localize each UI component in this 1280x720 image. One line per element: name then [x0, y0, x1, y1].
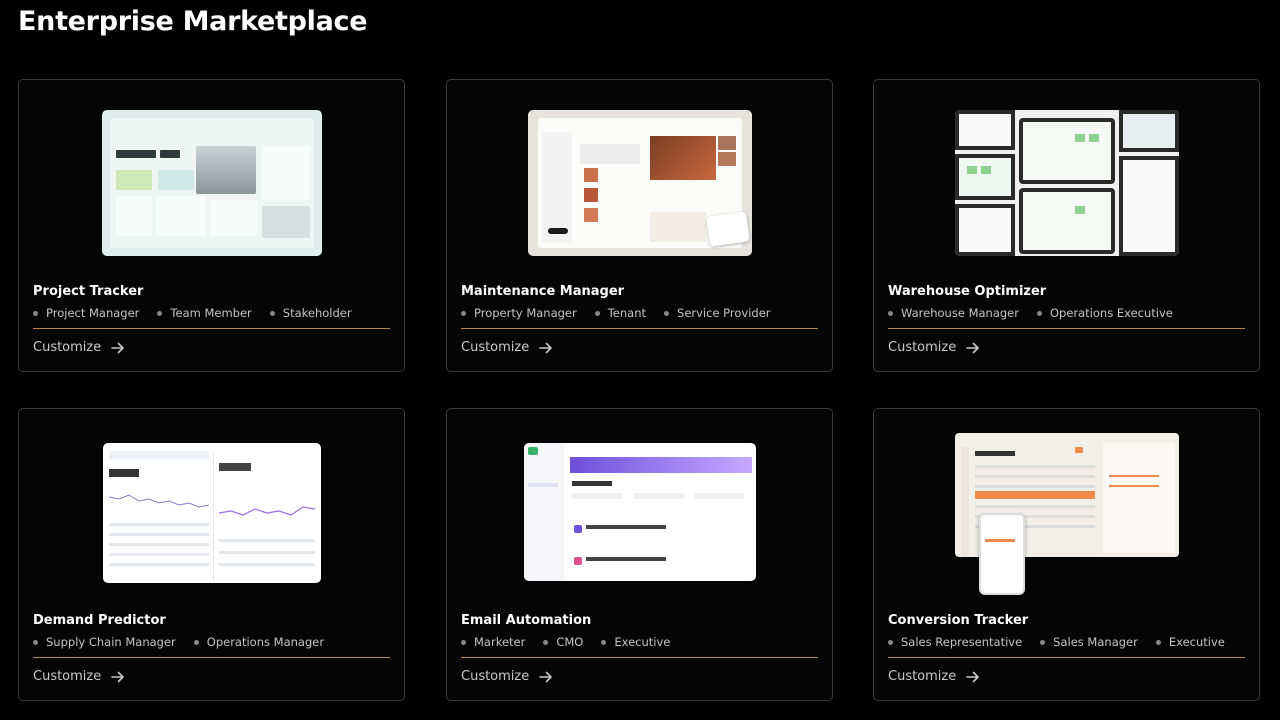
role-tag: Operations Manager [193, 635, 324, 649]
page-title: Enterprise Marketplace [18, 6, 368, 37]
role-tag: Executive [601, 635, 670, 649]
role-tag: Service Provider [664, 306, 771, 320]
customize-button[interactable]: Customize [888, 340, 980, 355]
role-list: Project Manager Team Member Stakeholder [33, 305, 370, 321]
card-divider [33, 328, 390, 329]
template-card-project-tracker[interactable]: Project Tracker Project Manager Team Mem… [18, 79, 405, 372]
customize-label: Customize [461, 340, 530, 355]
customize-label: Customize [888, 669, 957, 684]
role-tag: Stakeholder [269, 306, 352, 320]
customize-button[interactable]: Customize [33, 340, 125, 355]
role-tag: Property Manager [461, 306, 577, 320]
card-divider [888, 328, 1245, 329]
role-tag: CMO [543, 635, 583, 649]
arrow-right-icon [111, 671, 125, 682]
customize-label: Customize [888, 340, 957, 355]
bullet-dot-icon [33, 639, 38, 645]
role-list: Property Manager Tenant Service Provider [461, 305, 789, 321]
card-title: Conversion Tracker [888, 613, 1029, 628]
bullet-dot-icon [461, 639, 466, 645]
card-divider [33, 657, 390, 658]
card-title: Demand Predictor [33, 613, 166, 628]
card-title: Maintenance Manager [461, 284, 625, 299]
bullet-dot-icon [157, 310, 163, 316]
arrow-right-icon [539, 671, 553, 682]
role-list: Marketer CMO Executive [461, 634, 688, 650]
card-divider [888, 657, 1245, 658]
customize-label: Customize [461, 669, 530, 684]
bullet-dot-icon [193, 639, 199, 645]
marketplace-grid: Project Tracker Project Manager Team Mem… [18, 79, 1262, 703]
template-card-warehouse-optimizer[interactable]: Warehouse Optimizer Warehouse Manager Op… [873, 79, 1260, 372]
arrow-right-icon [111, 342, 125, 353]
role-list: Warehouse Manager Operations Executive [888, 305, 1191, 321]
template-card-maintenance-manager[interactable]: Maintenance Manager Property Manager Ten… [446, 79, 833, 372]
role-tag: Marketer [461, 635, 525, 649]
role-list: Sales Representative Sales Manager Execu… [888, 634, 1243, 650]
email-automation-preview[interactable] [523, 443, 756, 581]
customize-button[interactable]: Customize [33, 669, 125, 684]
role-tag: Executive [1155, 635, 1225, 649]
arrow-right-icon [966, 342, 980, 353]
template-card-conversion-tracker[interactable]: Conversion Tracker Sales Representative … [873, 408, 1260, 701]
bullet-dot-icon [269, 310, 275, 316]
role-tag: Project Manager [33, 306, 139, 320]
customize-label: Customize [33, 340, 102, 355]
template-card-email-automation[interactable]: Email Automation Marketer CMO Executive … [446, 408, 833, 701]
bullet-dot-icon [888, 639, 893, 645]
bullet-dot-icon [1155, 639, 1161, 645]
bullet-dot-icon [888, 310, 893, 316]
template-card-demand-predictor[interactable]: Demand Predictor Supply Chain Manager Op… [18, 408, 405, 701]
customize-label: Customize [33, 669, 102, 684]
card-title: Warehouse Optimizer [888, 284, 1047, 299]
maintenance-manager-preview[interactable] [527, 110, 752, 256]
arrow-right-icon [539, 342, 553, 353]
role-tag: Sales Manager [1040, 635, 1138, 649]
demand-predictor-preview[interactable] [102, 443, 321, 583]
card-divider [461, 328, 818, 329]
role-tag: Operations Executive [1036, 306, 1173, 320]
conversion-tracker-preview[interactable] [954, 433, 1179, 595]
bullet-dot-icon [543, 639, 549, 645]
bullet-dot-icon [594, 310, 600, 316]
role-tag: Tenant [594, 306, 646, 320]
warehouse-optimizer-preview[interactable] [954, 110, 1179, 256]
project-tracker-preview[interactable] [101, 110, 322, 256]
customize-button[interactable]: Customize [888, 669, 980, 684]
card-title: Project Tracker [33, 284, 144, 299]
bullet-dot-icon [1040, 639, 1046, 645]
role-tag: Supply Chain Manager [33, 635, 176, 649]
role-tag: Warehouse Manager [888, 306, 1019, 320]
arrow-right-icon [966, 671, 980, 682]
card-divider [461, 657, 818, 658]
bullet-dot-icon [33, 310, 38, 316]
bullet-dot-icon [461, 310, 466, 316]
role-tag: Sales Representative [888, 635, 1022, 649]
role-tag: Team Member [157, 306, 252, 320]
customize-button[interactable]: Customize [461, 669, 553, 684]
customize-button[interactable]: Customize [461, 340, 553, 355]
card-title: Email Automation [461, 613, 592, 628]
bullet-dot-icon [1036, 310, 1042, 316]
bullet-dot-icon [601, 639, 607, 645]
bullet-dot-icon [664, 310, 670, 316]
role-list: Supply Chain Manager Operations Manager [33, 634, 342, 650]
